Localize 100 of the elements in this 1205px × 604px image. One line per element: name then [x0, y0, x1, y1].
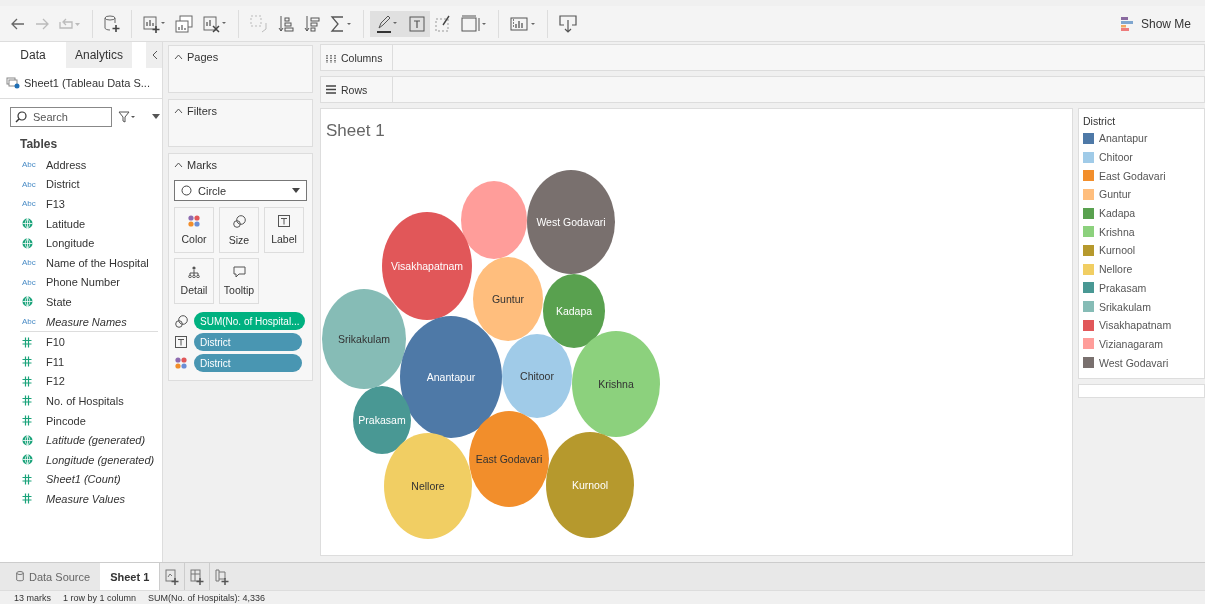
field-name[interactable]: No. of Hospitals [46, 394, 124, 407]
size-icon [174, 314, 188, 328]
marks-button[interactable]: Tooltip [219, 258, 259, 304]
color-dots-icon [175, 357, 187, 369]
dropdown-icon [292, 188, 300, 193]
pane-tab[interactable]: Analytics [66, 42, 132, 68]
field-name[interactable]: District [46, 178, 80, 191]
field-name[interactable]: Phone Number [46, 276, 120, 289]
field-name[interactable]: Latitude (generated) [46, 434, 146, 447]
speech-bubble-icon [232, 266, 246, 278]
status-text: 13 marks [14, 592, 51, 603]
hash-icon [22, 473, 32, 485]
bubble[interactable]: Guntur [473, 257, 543, 341]
legend-label[interactable]: Anantapur [1099, 132, 1148, 145]
mark-type-dropdown[interactable]: Circle [174, 180, 307, 201]
legend-label[interactable]: Visakhapatnam [1099, 319, 1172, 332]
bubble[interactable]: West Godavari [527, 170, 615, 274]
field-name[interactable]: State [46, 295, 72, 308]
field-name[interactable]: F11 [46, 355, 65, 368]
text-icon [175, 336, 187, 348]
circle-icon [181, 185, 192, 196]
status-text: 1 row by 1 column [63, 592, 137, 603]
globe-icon [22, 237, 33, 249]
field-name[interactable]: Pincode [46, 414, 86, 427]
bubble[interactable]: East Godavari [469, 411, 549, 507]
bubble[interactable] [461, 181, 527, 259]
columns-icon [326, 52, 336, 63]
sheet-tab[interactable]: Data Source [6, 563, 101, 590]
field-name[interactable]: Sheet1 (Count) [46, 473, 121, 486]
hash-icon [22, 493, 32, 505]
globe-icon [22, 434, 33, 446]
hash-icon [22, 395, 32, 407]
caret-icon[interactable] [174, 162, 183, 168]
bubble[interactable]: Krishna [572, 331, 660, 437]
globe-icon [22, 218, 33, 230]
legend-label[interactable]: West Godavari [1099, 356, 1169, 369]
text-icon [278, 215, 290, 227]
card-title: Filters [187, 105, 217, 117]
database-icon [16, 571, 24, 582]
legend-title: District [1083, 114, 1117, 129]
size-icon [232, 214, 246, 228]
bubble[interactable]: Srikakulam [322, 289, 406, 389]
type-label: Abc [22, 277, 36, 287]
hash-icon [22, 415, 32, 426]
legend-label[interactable]: Kadapa [1099, 207, 1136, 220]
field-name[interactable]: Name of the Hospital [46, 256, 149, 269]
globe-icon [22, 454, 33, 466]
marks-button[interactable]: Color [174, 207, 214, 253]
card-title: Marks [187, 159, 217, 171]
legend-label[interactable]: Krishna [1099, 225, 1135, 238]
field-name[interactable]: Address [46, 158, 87, 171]
rows-icon [326, 85, 336, 94]
bubble[interactable]: Nellore [384, 433, 472, 539]
legend-label[interactable]: East Godavari [1099, 169, 1166, 182]
type-label: Abc [22, 199, 36, 209]
legend-label[interactable]: Vizianagaram [1099, 337, 1163, 350]
field-name[interactable]: Longitude [46, 237, 95, 250]
legend-label[interactable]: Chitoor [1099, 151, 1133, 164]
search-icon [15, 111, 27, 123]
field-name[interactable]: Latitude [46, 217, 86, 230]
legend-label[interactable]: Srikakulam [1099, 300, 1151, 313]
sheet-tab[interactable]: Sheet 1 [100, 563, 160, 590]
hash-icon [22, 356, 32, 368]
card-title: Pages [187, 51, 219, 63]
field-name[interactable]: F12 [46, 375, 65, 388]
legend-label[interactable]: Prakasam [1099, 281, 1147, 294]
show-me-button[interactable]: Show Me [1120, 16, 1191, 31]
type-label: Abc [22, 317, 36, 327]
type-label: Abc [22, 160, 36, 170]
bar-chart-icon [1120, 16, 1133, 31]
bubble[interactable]: Visakhapatnam [382, 212, 472, 320]
type-label: Abc [22, 258, 36, 268]
datasource-name[interactable]: Sheet1 (Tableau Data S... [24, 77, 150, 89]
highlight-icon[interactable] [370, 10, 404, 37]
field-name[interactable]: Measure Values [46, 492, 126, 505]
marks-button[interactable]: Label [264, 207, 304, 253]
marks-button[interactable]: Size [219, 207, 259, 253]
caret-icon[interactable] [174, 108, 183, 114]
hash-icon [22, 375, 32, 387]
status-text: SUM(No. of Hospitals): 4,336 [148, 592, 266, 603]
hash-icon [22, 336, 32, 348]
caret-icon[interactable] [174, 54, 183, 60]
section-heading: Tables [19, 136, 59, 153]
color-dots-icon [188, 215, 200, 227]
hierarchy-icon [188, 266, 200, 278]
legend-label[interactable]: Guntur [1099, 188, 1132, 201]
marks-button[interactable]: Detail [174, 258, 214, 304]
shelf-label: Rows [341, 83, 368, 96]
field-name[interactable]: Measure Names [46, 315, 127, 328]
search-field[interactable]: Search [10, 107, 112, 127]
shelf-label: Columns [341, 51, 383, 64]
legend-label[interactable]: Kurnool [1099, 244, 1136, 257]
legend-label[interactable]: Nellore [1099, 263, 1133, 276]
type-label: Abc [22, 179, 36, 189]
datasource-icon [6, 77, 20, 89]
field-name[interactable]: F13 [46, 198, 65, 210]
field-name[interactable]: Longitude (generated) [46, 453, 155, 466]
bubble[interactable]: Chitoor [502, 334, 572, 418]
field-name[interactable]: F10 [46, 336, 65, 349]
sheet-title[interactable]: Sheet 1 [326, 121, 385, 141]
